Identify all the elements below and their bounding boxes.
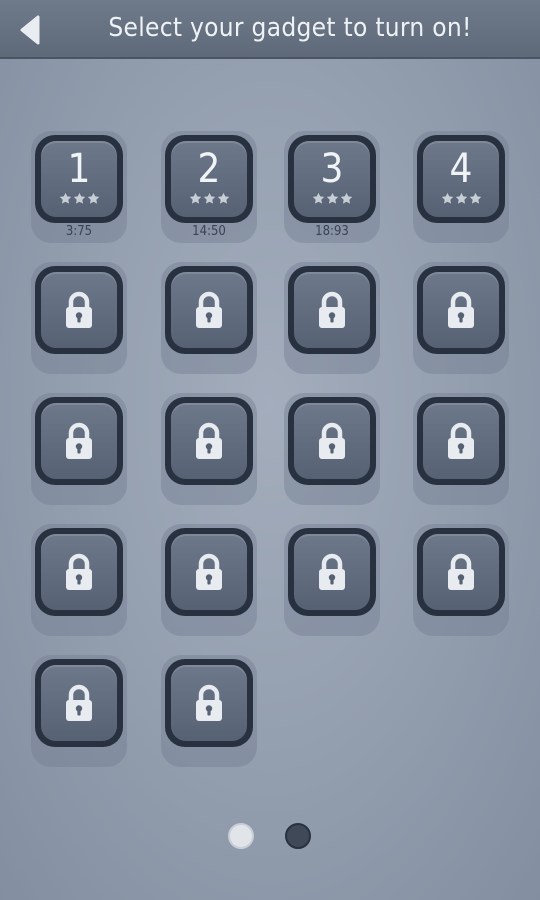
star-icon xyxy=(203,192,216,205)
star-icon xyxy=(59,192,72,205)
level-button-face xyxy=(41,665,117,741)
level-cell-locked xyxy=(161,655,257,767)
level-button-2[interactable]: 2 xyxy=(165,135,253,223)
lock-icon xyxy=(194,291,224,329)
level-button-face xyxy=(294,403,370,479)
level-cell-locked xyxy=(31,655,127,767)
level-cell-locked xyxy=(31,393,127,505)
lock-icon xyxy=(64,684,94,722)
locked-level-button[interactable] xyxy=(417,266,505,354)
level-button-face xyxy=(171,403,247,479)
level-cell-locked xyxy=(161,262,257,374)
level-button-face xyxy=(171,272,247,348)
level-number: 3 xyxy=(320,146,344,192)
level-cell-locked xyxy=(31,524,127,636)
level-button-face xyxy=(423,534,499,610)
level-cell: 1 3:75 xyxy=(31,131,127,243)
lock-icon xyxy=(446,291,476,329)
level-cell-locked xyxy=(284,524,380,636)
locked-level-button[interactable] xyxy=(288,397,376,485)
locked-level-button[interactable] xyxy=(35,397,123,485)
locked-level-button[interactable] xyxy=(417,397,505,485)
level-button-4[interactable]: 4 xyxy=(417,135,505,223)
lock-icon xyxy=(446,422,476,460)
locked-level-button[interactable] xyxy=(165,659,253,747)
level-cell: 2 14:50 xyxy=(161,131,257,243)
locked-level-button[interactable] xyxy=(35,528,123,616)
star-icon xyxy=(326,192,339,205)
star-rating xyxy=(294,192,370,205)
star-icon xyxy=(340,192,353,205)
lock-icon xyxy=(317,422,347,460)
level-grid: 1 3:75 2 14:50 3 18:93 4 xyxy=(0,0,540,900)
lock-icon xyxy=(194,422,224,460)
level-button-face xyxy=(41,534,117,610)
level-button-face: 3 xyxy=(294,141,370,217)
level-button-3[interactable]: 3 xyxy=(288,135,376,223)
locked-level-button[interactable] xyxy=(165,528,253,616)
level-cell-locked xyxy=(284,393,380,505)
level-best-time: 18:93 xyxy=(315,224,349,239)
lock-icon xyxy=(64,422,94,460)
level-cell-locked xyxy=(161,393,257,505)
level-button-face: 1 xyxy=(41,141,117,217)
level-button-face xyxy=(294,272,370,348)
level-button-face xyxy=(171,665,247,741)
lock-icon xyxy=(64,291,94,329)
level-cell-locked xyxy=(413,262,509,374)
level-button-face: 4 xyxy=(423,141,499,217)
level-best-time: 3:75 xyxy=(65,224,93,239)
level-best-time: 14:50 xyxy=(192,224,226,239)
star-icon xyxy=(189,192,202,205)
level-number: 1 xyxy=(67,146,91,192)
star-icon xyxy=(217,192,230,205)
locked-level-button[interactable] xyxy=(288,266,376,354)
level-cell: 4 xyxy=(413,131,509,243)
lock-icon xyxy=(317,553,347,591)
level-button-face xyxy=(41,403,117,479)
star-icon xyxy=(469,192,482,205)
locked-level-button[interactable] xyxy=(35,659,123,747)
level-cell-locked xyxy=(413,393,509,505)
lock-icon xyxy=(194,553,224,591)
lock-icon xyxy=(194,684,224,722)
level-button-face xyxy=(41,272,117,348)
level-number: 4 xyxy=(449,146,473,192)
level-button-face: 2 xyxy=(171,141,247,217)
level-cell: 3 18:93 xyxy=(284,131,380,243)
lock-icon xyxy=(317,291,347,329)
level-cell-locked xyxy=(161,524,257,636)
level-button-face xyxy=(423,403,499,479)
level-cell-locked xyxy=(284,262,380,374)
star-icon xyxy=(455,192,468,205)
star-icon xyxy=(441,192,454,205)
page-indicator-2[interactable] xyxy=(285,823,311,849)
locked-level-button[interactable] xyxy=(165,397,253,485)
locked-level-button[interactable] xyxy=(288,528,376,616)
level-cell-locked xyxy=(413,524,509,636)
lock-icon xyxy=(446,553,476,591)
star-rating xyxy=(171,192,247,205)
star-rating xyxy=(41,192,117,205)
page-indicator-1[interactable] xyxy=(228,823,254,849)
locked-level-button[interactable] xyxy=(165,266,253,354)
locked-level-button[interactable] xyxy=(417,528,505,616)
level-cell-locked xyxy=(31,262,127,374)
level-number: 2 xyxy=(197,146,221,192)
level-button-face xyxy=(171,534,247,610)
level-button-face xyxy=(423,272,499,348)
star-rating xyxy=(423,192,499,205)
level-button-1[interactable]: 1 xyxy=(35,135,123,223)
locked-level-button[interactable] xyxy=(35,266,123,354)
star-icon xyxy=(73,192,86,205)
lock-icon xyxy=(64,553,94,591)
star-icon xyxy=(87,192,100,205)
level-button-face xyxy=(294,534,370,610)
star-icon xyxy=(312,192,325,205)
